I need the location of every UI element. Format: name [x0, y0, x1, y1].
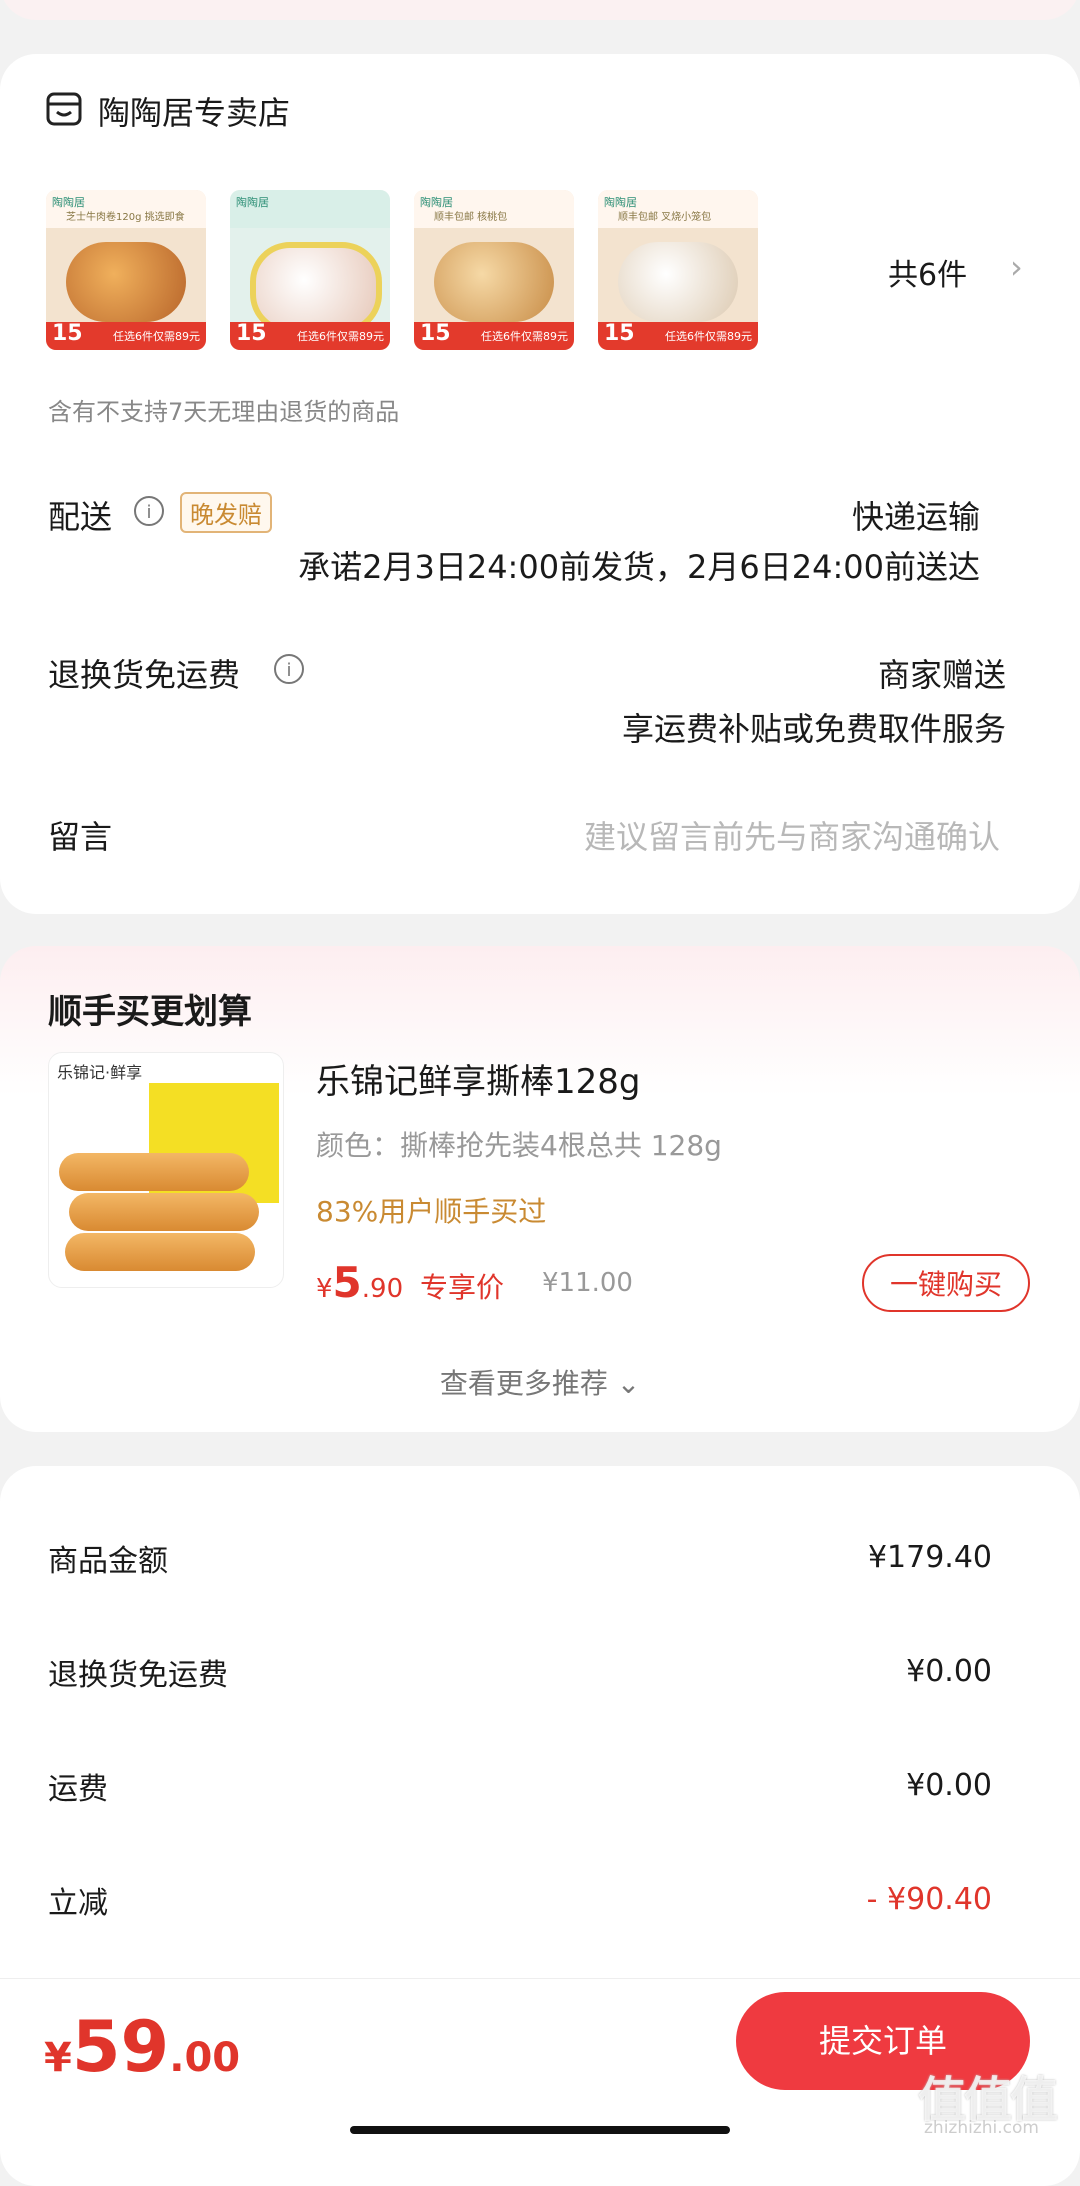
delivery-promise: 承诺2月3日24:00前发货，2月6日24:00前送达: [298, 548, 980, 586]
total-int: 59: [71, 2006, 170, 2088]
total-currency: ¥: [44, 2035, 72, 2081]
price-int: 5: [332, 1258, 362, 1307]
recommend-buy-rate: 83%用户顺手买过: [316, 1195, 547, 1228]
promo-text: 任选6件仅需89元: [481, 330, 568, 343]
shop-name[interactable]: 陶陶居专卖店: [98, 88, 290, 134]
summary-label-discount: 立减: [48, 1886, 108, 1921]
recommend-title: 顺手买更划算: [48, 992, 252, 1032]
chevron-right-icon[interactable]: ›: [1010, 248, 1023, 286]
food-image: [250, 242, 382, 334]
shop-icon: [46, 92, 82, 126]
summary-value-shipping: ¥0.00: [906, 1768, 992, 1803]
promo-text: 任选6件仅需89元: [297, 330, 384, 343]
summary-value-return-shipping: ¥0.00: [906, 1654, 992, 1689]
price-badge: 15: [420, 321, 451, 346]
thumb-blurb: 顺丰包邮 叉烧小笼包: [618, 212, 712, 223]
watermark-url: zhizhizhi.com: [924, 2118, 1039, 2138]
price-symbol: ¥: [316, 1274, 333, 1304]
info-icon[interactable]: i: [134, 496, 164, 526]
bread-stick: [65, 1233, 255, 1271]
food-image: [434, 242, 554, 322]
summary-label-goods: 商品金额: [48, 1544, 168, 1579]
price-badge: 15: [604, 321, 635, 346]
return-shipping-label: 退换货免运费: [48, 656, 241, 694]
thumb-blurb: 芝士牛肉卷120g 挑选即食: [66, 212, 185, 223]
return-note: 含有不支持7天无理由退货的商品: [48, 398, 400, 426]
exclusive-price-tag: 专享价: [420, 1271, 505, 1304]
total-dec: .00: [169, 2035, 241, 2081]
delivery-method: 快递运输: [851, 498, 980, 536]
return-shipping-desc: 享运费补贴或免费取件服务: [621, 710, 1006, 748]
summary-label-shipping: 运费: [48, 1772, 108, 1807]
delivery-label: 配送: [48, 498, 113, 536]
price-badge: 15: [52, 321, 83, 346]
recommend-product-image[interactable]: 乐锦记·鲜享: [48, 1052, 284, 1288]
recommend-price: ¥5.90: [316, 1258, 403, 1307]
recommend-product-spec: 颜色：撕棒抢先装4根总共 128g: [316, 1129, 722, 1162]
message-input[interactable]: 建议留言前先与商家沟通确认: [584, 812, 1000, 858]
return-shipping-value: 商家赠送: [877, 656, 1006, 694]
food-image: [618, 242, 738, 322]
message-label: 留言: [48, 818, 113, 856]
product-thumb-4[interactable]: 陶陶居 顺丰包邮 叉烧小笼包 15 任选6件仅需89元: [598, 190, 758, 350]
item-count[interactable]: 共6件: [888, 250, 967, 294]
bread-stick: [59, 1153, 249, 1191]
home-indicator[interactable]: [350, 2126, 730, 2134]
price-dec: .90: [361, 1274, 404, 1304]
shop-card: [0, 54, 1080, 914]
thumb-blurb: 顺丰包邮 核桃包: [434, 212, 508, 223]
thumb-logo: 陶陶居: [236, 196, 269, 209]
price-badge: 15: [236, 321, 267, 346]
product-thumb-3[interactable]: 陶陶居 顺丰包邮 核桃包 15 任选6件仅需89元: [414, 190, 574, 350]
summary-value-discount: - ¥90.40: [866, 1882, 992, 1917]
one-click-buy-button[interactable]: 一键购买: [862, 1254, 1030, 1312]
summary-label-return-shipping: 退换货免运费: [48, 1658, 228, 1693]
top-strip: [0, 0, 1080, 20]
recommend-product-name[interactable]: 乐锦记鲜享撕棒128g: [316, 1054, 640, 1103]
summary-value-goods: ¥179.40: [867, 1540, 992, 1575]
late-compensation-badge: 晚发赔: [180, 492, 272, 533]
product-thumb-2[interactable]: 陶陶居 15 任选6件仅需89元: [230, 190, 390, 350]
order-total: ¥59.00: [44, 2006, 240, 2088]
bread-stick: [69, 1193, 259, 1231]
info-icon[interactable]: i: [274, 654, 304, 684]
food-image: [66, 242, 186, 322]
promo-text: 任选6件仅需89元: [113, 330, 200, 343]
product-thumb-1[interactable]: 陶陶居 芝士牛肉卷120g 挑选即食 15 任选6件仅需89元: [46, 190, 206, 350]
promo-text: 任选6件仅需89元: [665, 330, 752, 343]
more-recommendations-link[interactable]: 查看更多推荐 ⌄: [0, 1362, 1080, 1402]
original-price: ¥11.00: [542, 1268, 633, 1298]
product-brand: 乐锦记·鲜享: [57, 1063, 143, 1082]
